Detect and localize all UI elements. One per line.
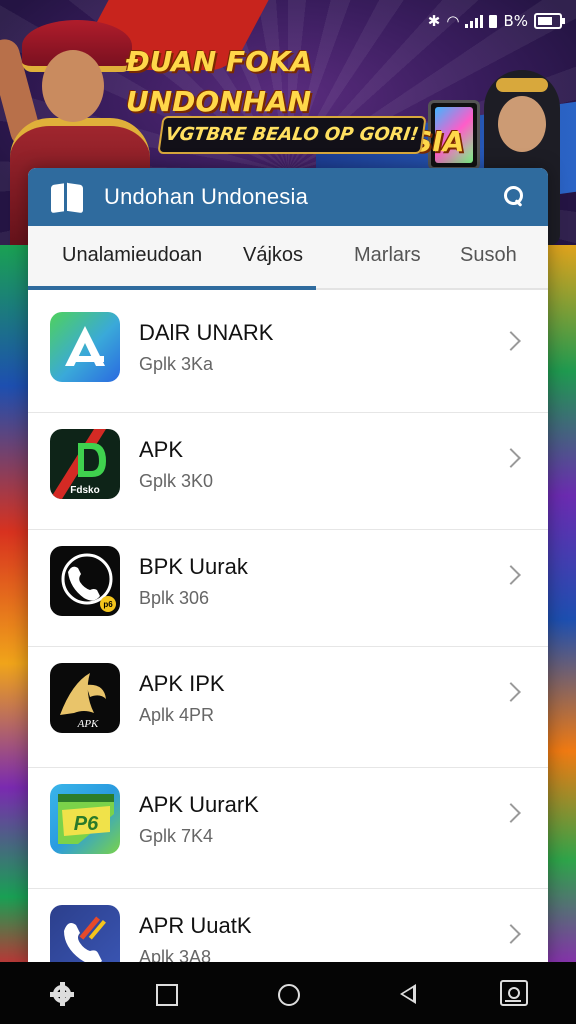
list-item[interactable]: APK APK IPK Aplk 4PR — [28, 647, 548, 768]
phone-icon: p6 — [50, 546, 120, 616]
system-nav-bar — [0, 962, 576, 1024]
icon-label: Fdsko — [70, 485, 99, 496]
tab-bar: Unalamieudoan Vájkos Marlars Susoh — [28, 226, 548, 290]
search-icon[interactable] — [502, 185, 524, 207]
chevron-right-icon — [501, 924, 521, 944]
icon-label: P6 — [74, 813, 99, 835]
recents-button[interactable] — [156, 984, 178, 1006]
list-item[interactable]: DAlR UNARK Gplk 3Ka — [28, 296, 548, 413]
app-title: APK — [139, 437, 184, 462]
tab-vajkos[interactable]: Vájkos — [243, 244, 303, 267]
tab-susoh[interactable]: Susoh — [460, 244, 517, 267]
list-item[interactable]: p6 BPK Uurak Bplk 306 — [28, 530, 548, 647]
settings-gear-icon[interactable] — [50, 982, 74, 1006]
app-subtitle: Gplk 3K0 — [139, 471, 214, 491]
banner-subtitle: VGTBRE BEALO OP GORI! — [157, 116, 427, 154]
d-logo-icon: Fdsko — [50, 429, 120, 499]
triangle-a-icon — [50, 312, 120, 382]
icon-label: APK — [77, 718, 99, 730]
tab-indicator — [28, 286, 316, 290]
app-list: DAlR UNARK Gplk 3Ka Fdsko APK Gplk 3K0 p… — [28, 296, 548, 968]
app-title: APK UurarK — [139, 792, 259, 817]
bluetooth-icon: ✱ — [427, 12, 441, 30]
chevron-right-icon — [501, 565, 521, 585]
battery-icon — [534, 13, 565, 29]
sim-icon — [489, 14, 498, 28]
chevron-right-icon — [501, 682, 521, 702]
screenshot-icon[interactable] — [500, 980, 528, 1006]
book-icon — [50, 182, 83, 214]
app-subtitle: Gplk 7K4 — [139, 826, 214, 846]
chevron-right-icon — [501, 448, 521, 468]
app-title: Undohan Undonesia — [104, 184, 308, 209]
list-item[interactable]: Fdsko APK Gplk 3K0 — [28, 413, 548, 530]
status-bar: ✱ ◠ B% — [427, 10, 565, 32]
app-title: APR UuatK — [139, 913, 252, 938]
a-signature-icon: APK — [50, 663, 120, 733]
badge-text: p6 — [103, 600, 113, 609]
list-item[interactable]: APR UuatK Aplk 3A8 — [28, 889, 548, 968]
p6-logo-icon: P6 — [50, 784, 120, 854]
app-window: Undohan Undonesia Unalamieudoan Vájkos M… — [28, 168, 548, 968]
phone-tools-icon — [50, 905, 120, 968]
tab-marlars[interactable]: Marlars — [354, 244, 421, 267]
signal-icon — [465, 14, 484, 28]
app-subtitle: Aplk 4PR — [139, 705, 215, 725]
list-item[interactable]: P6 APK UurarK Gplk 7K4 — [28, 768, 548, 889]
battery-text: B% — [503, 12, 528, 30]
banner-title-line1: ĐUAN FOKA UNDONHAN — [126, 45, 313, 118]
app-title: APK IPK — [139, 671, 225, 696]
app-title: BPK Uurak — [139, 554, 248, 579]
tab-unalamieudoan[interactable]: Unalamieudoan — [62, 244, 202, 267]
home-button[interactable] — [278, 984, 300, 1006]
app-subtitle: Bplk 306 — [139, 588, 210, 608]
app-title: DAlR UNARK — [139, 320, 274, 345]
app-header: Undohan Undonesia — [28, 168, 548, 226]
back-icon-inner — [403, 988, 413, 1000]
app-subtitle: Gplk 3Ka — [139, 354, 214, 374]
chevron-right-icon — [501, 803, 521, 823]
chevron-right-icon — [501, 331, 521, 351]
wifi-icon: ◠ — [446, 12, 460, 30]
